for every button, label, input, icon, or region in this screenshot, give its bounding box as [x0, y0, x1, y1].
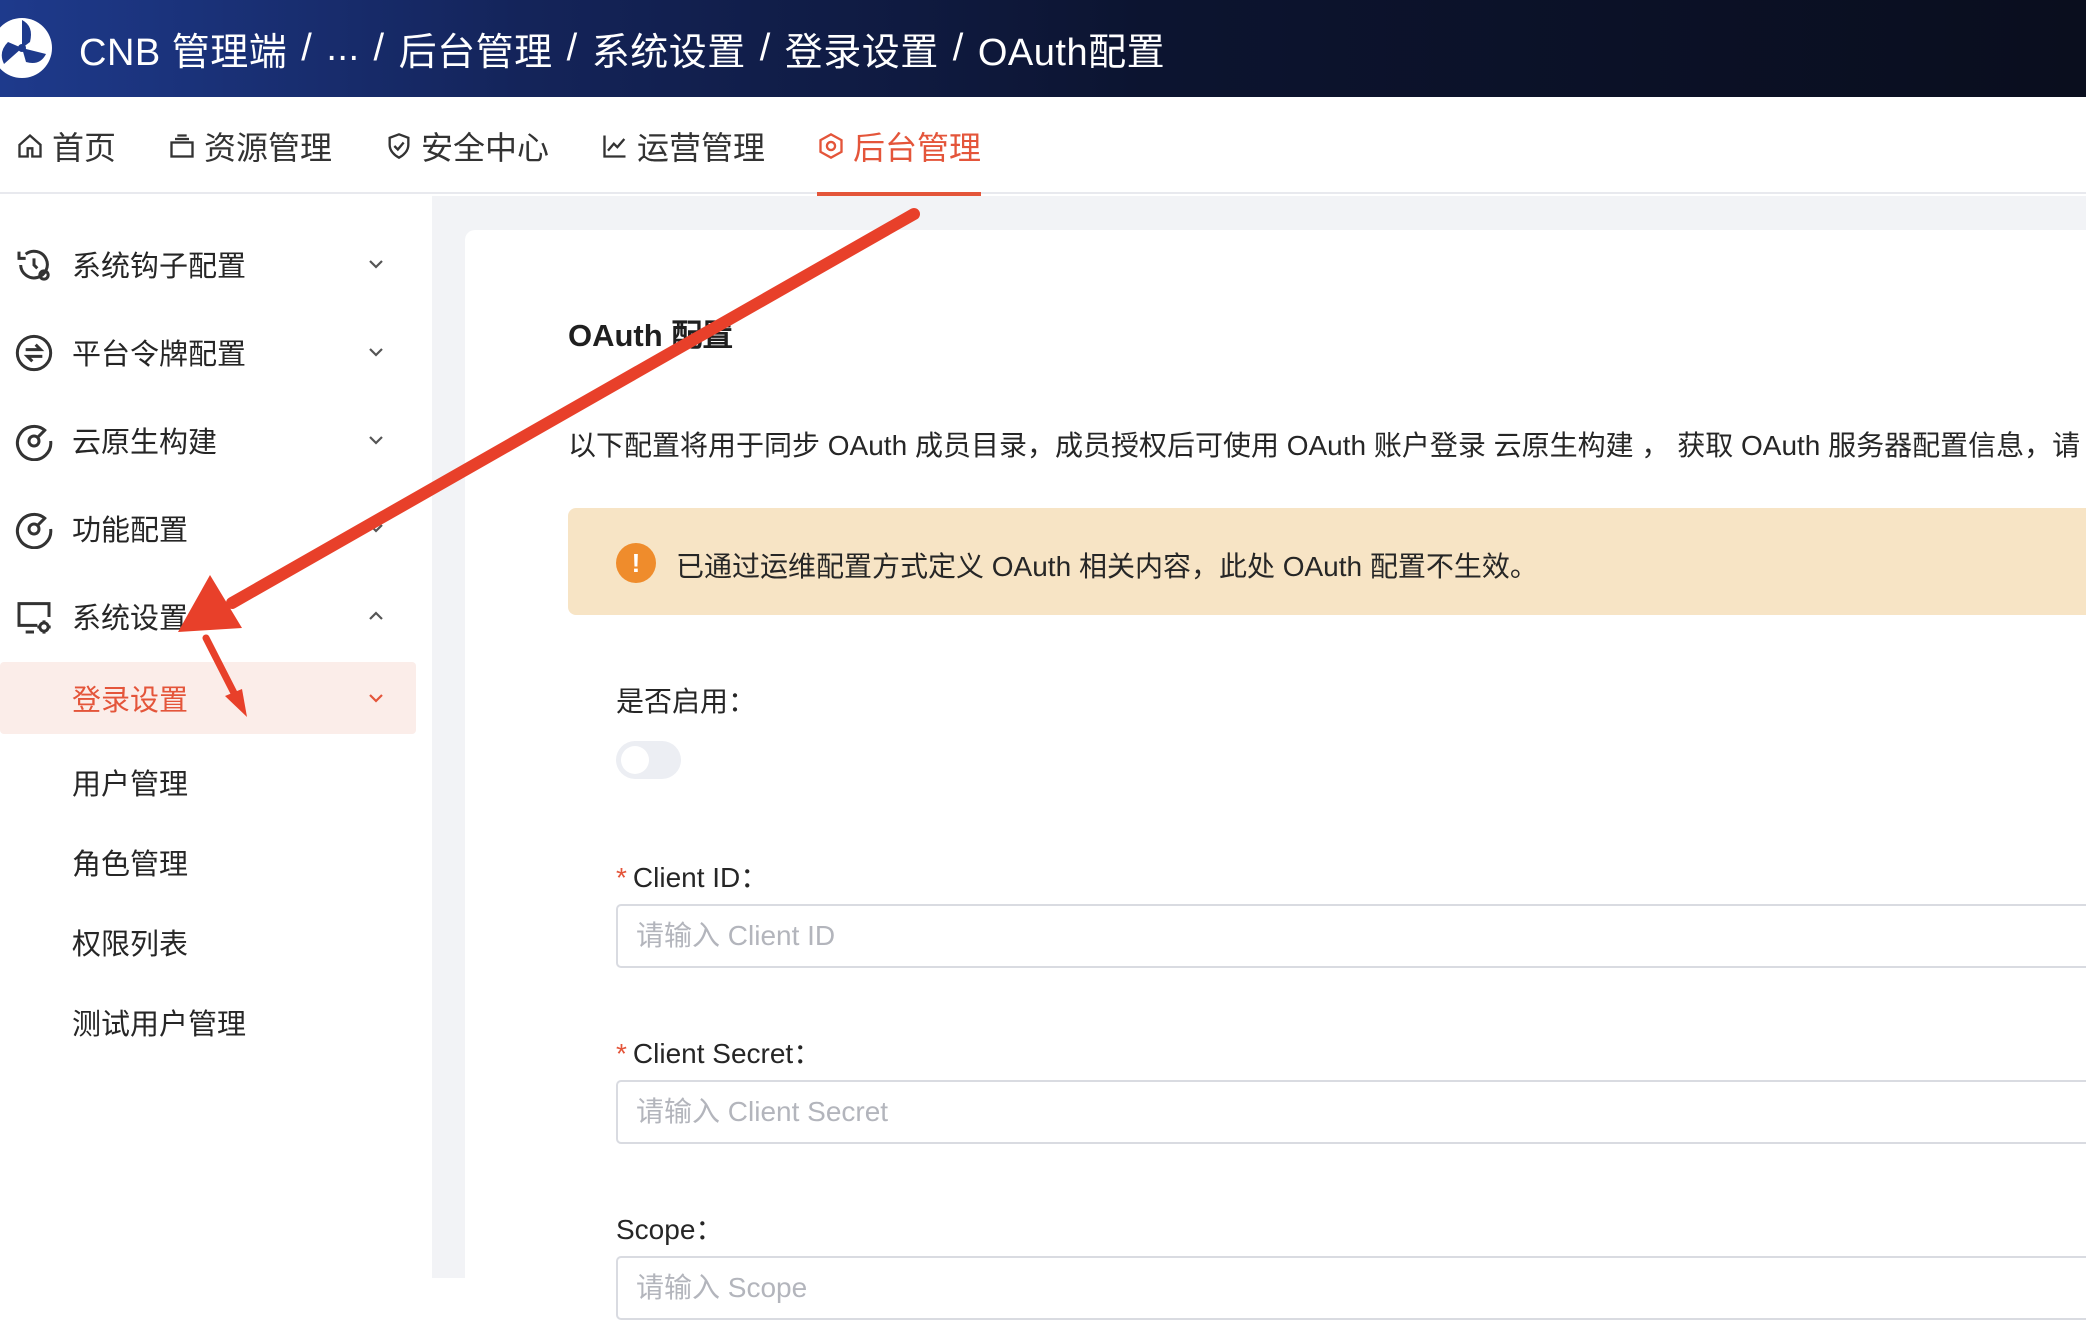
breadcrumb-separator: /: [373, 27, 385, 69]
chevron-down-icon: [369, 524, 383, 533]
chevron-up-icon: [369, 611, 383, 620]
breadcrumb-item-ellipsis[interactable]: ...: [326, 27, 359, 70]
nav-tab-label: 首页: [52, 129, 117, 166]
breadcrumb-item-system-settings[interactable]: 系统设置: [592, 21, 746, 76]
nav-tab-operations[interactable]: 运营管理: [601, 97, 765, 194]
page-title: OAuth 配置: [568, 318, 734, 353]
nav-tab-label: 运营管理: [637, 129, 766, 166]
hook-history-icon: [17, 249, 50, 281]
gear-hex-icon: [819, 132, 843, 159]
breadcrumb-separator: /: [301, 27, 313, 69]
sidebar-subitem-login-settings[interactable]: 登录设置: [0, 662, 416, 734]
sidebar-subitem-user-management[interactable]: 用户管理: [0, 746, 416, 818]
nav-tab-label: 资源管理: [204, 129, 333, 166]
feature-gauge-icon: [15, 512, 53, 549]
sidebar-subitem-label: 测试用户管理: [72, 1009, 247, 1041]
sidebar-subitem-label: 角色管理: [72, 849, 189, 881]
breadcrumb: CNB 管理端 / ... / 后台管理 / 系统设置 / 登录设置 / OAu…: [79, 0, 1165, 97]
sidebar-subitem-label: 用户管理: [72, 769, 189, 801]
nav-tab-resources[interactable]: 资源管理: [168, 97, 332, 194]
client-id-label-text: Client ID：: [632, 862, 769, 893]
client-id-input[interactable]: [616, 904, 2086, 968]
required-mark: *: [616, 862, 627, 893]
client-secret-label: * Client Secret：: [616, 1032, 821, 1072]
alert-text: 已通过运维配置方式定义 OAuth 相关内容，此处 OAuth 配置不生效。: [676, 551, 1538, 582]
nav-tab-label: 后台管理: [853, 129, 982, 166]
breadcrumb-item-backend[interactable]: 后台管理: [399, 21, 553, 76]
build-gauge-icon: [15, 424, 53, 461]
client-secret-input[interactable]: [616, 1080, 2086, 1144]
warning-icon: !: [616, 543, 656, 583]
chevron-down-icon: [369, 694, 383, 703]
scope-label: Scope：: [616, 1214, 724, 1245]
breadcrumb-separator: /: [952, 27, 964, 69]
warning-alert: ! 已通过运维配置方式定义 OAuth 相关内容，此处 OAuth 配置不生效。: [568, 508, 2086, 615]
page-description: 以下配置将用于同步 OAuth 成员目录，成员授权后可使用 OAuth 账户登录…: [568, 430, 2081, 461]
breadcrumb-separator: /: [566, 27, 578, 69]
breadcrumb-item-root[interactable]: CNB 管理端: [79, 21, 287, 76]
sidebar-subitem-label: 登录设置: [72, 685, 189, 717]
sidebar-item-system-settings[interactable]: 系统设置: [0, 580, 416, 652]
sidebar-subitem-label: 权限列表: [72, 929, 189, 961]
sidebar-item-platform-token[interactable]: 平台令牌配置: [0, 316, 416, 388]
line-chart-icon: [603, 135, 626, 158]
sidebar-item-label: 系统设置: [72, 603, 189, 635]
app-header: CNB 管理端 / ... / 后台管理 / 系统设置 / 登录设置 / OAu…: [0, 0, 2086, 97]
cnb-logo-icon[interactable]: [0, 8, 66, 88]
sidebar-subitem-test-user-management[interactable]: 测试用户管理: [0, 986, 416, 1058]
breadcrumb-separator: /: [759, 27, 771, 69]
home-icon: [18, 133, 42, 158]
token-exchange-icon: [15, 334, 53, 372]
sidebar-item-label: 功能配置: [72, 515, 189, 547]
nav-tab-security[interactable]: 安全中心: [385, 97, 549, 194]
chevron-down-icon: [369, 436, 383, 445]
sidebar-subitem-role-management[interactable]: 角色管理: [0, 826, 416, 898]
nav-tab-backend[interactable]: 后台管理: [817, 97, 982, 196]
shield-icon: [388, 132, 410, 159]
sidebar-item-cloud-native-build[interactable]: 云原生构建: [0, 404, 416, 476]
chevron-down-icon: [369, 260, 383, 269]
sidebar: 系统钩子配置 平台令牌配置 云原生构建 功能配置 系统设置 登录设置 用户管理 …: [0, 196, 432, 1278]
breadcrumb-item-current: OAuth配置: [977, 32, 1166, 74]
scope-input[interactable]: [616, 1256, 2086, 1320]
nav-tab-home[interactable]: 首页: [16, 97, 116, 194]
sidebar-item-system-hooks[interactable]: 系统钩子配置: [0, 228, 416, 300]
chevron-down-icon: [369, 348, 383, 357]
sidebar-item-label: 云原生构建: [72, 427, 218, 459]
top-navigation: 首页 资源管理 安全中心 运营管理 后台管理: [0, 97, 2086, 196]
sidebar-item-feature-config[interactable]: 功能配置: [0, 492, 416, 564]
client-id-label: * Client ID：: [616, 856, 768, 896]
breadcrumb-item-login-settings[interactable]: 登录设置: [785, 21, 939, 76]
required-mark: *: [616, 1038, 627, 1069]
sidebar-item-label: 平台令牌配置: [72, 339, 247, 371]
resource-icon: [170, 133, 194, 158]
toggle-knob: [621, 746, 649, 774]
nav-tab-label: 安全中心: [421, 129, 550, 166]
enable-toggle[interactable]: [616, 741, 681, 779]
sidebar-subitem-permission-list[interactable]: 权限列表: [0, 906, 416, 978]
monitor-gear-icon: [17, 602, 51, 634]
enable-label: 是否启用：: [616, 686, 757, 717]
client-secret-label-text: Client Secret：: [632, 1038, 822, 1069]
sidebar-item-label: 系统钩子配置: [72, 251, 247, 283]
